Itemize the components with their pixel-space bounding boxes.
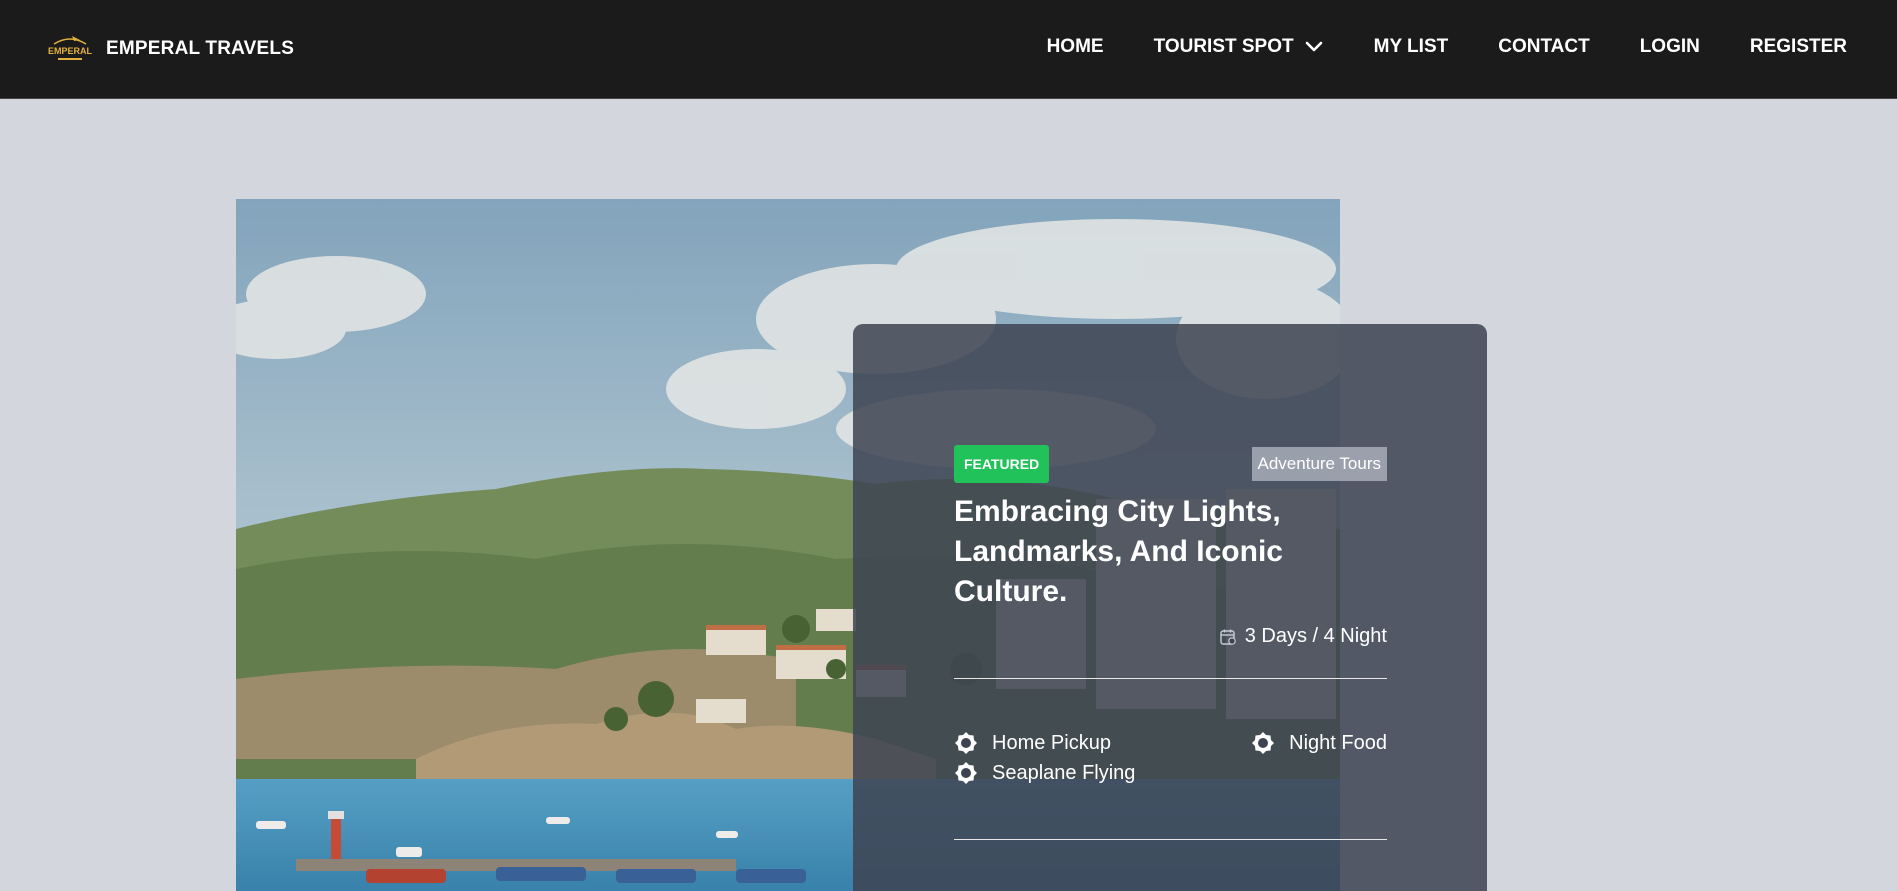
feature-label: Seaplane Flying [992,761,1136,784]
svg-text:EMPERAL: EMPERAL [48,46,93,56]
airplane-logo-icon: EMPERAL [48,36,93,60]
feature-item: Home Pickup [954,731,1111,755]
nav-home[interactable]: HOME [1047,36,1104,58]
calendar-icon [1220,629,1236,645]
nav-login[interactable]: LOGIN [1640,36,1700,58]
feature-item: Night Food [1251,731,1387,755]
category-tag[interactable]: Adventure Tours [1251,447,1387,481]
nav-tourist-spot[interactable]: TOURIST SPOT [1154,36,1324,58]
nav-contact[interactable]: CONTACT [1498,36,1589,58]
divider [954,839,1387,840]
gear-icon [1252,732,1275,754]
tour-duration: 3 Days / 4 Night [1219,625,1387,648]
featured-tour-card[interactable]: FEATURED Adventure Tours Embracing City … [853,324,1487,891]
nav-tourist-spot-label: TOURIST SPOT [1153,36,1294,57]
duration-text: 3 Days / 4 Night [1244,625,1387,647]
gear-icon [955,762,977,784]
featured-badge: FEATURED [954,445,1050,483]
chevron-down-icon [1305,41,1322,52]
nav-my-list[interactable]: MY LIST [1374,36,1449,58]
brand-name: EMPERAL TRAVELS [106,38,295,59]
nav-register[interactable]: REGISTER [1750,36,1847,58]
tour-title[interactable]: Embracing City Lights, Landmarks, And Ic… [954,492,1354,612]
gear-icon [955,732,977,754]
navbar: EMPERAL EMPERAL TRAVELS HOME TOURIST SPO… [0,0,1897,99]
divider [954,678,1387,679]
feature-label: Night Food [1289,731,1387,754]
feature-item: Seaplane Flying [954,761,1135,785]
feature-label: Home Pickup [992,731,1111,754]
main-nav: HOME TOURIST SPOT MY LIST CONTACT LOGIN … [997,36,1847,58]
brand-link[interactable]: EMPERAL EMPERAL TRAVELS [46,32,294,66]
